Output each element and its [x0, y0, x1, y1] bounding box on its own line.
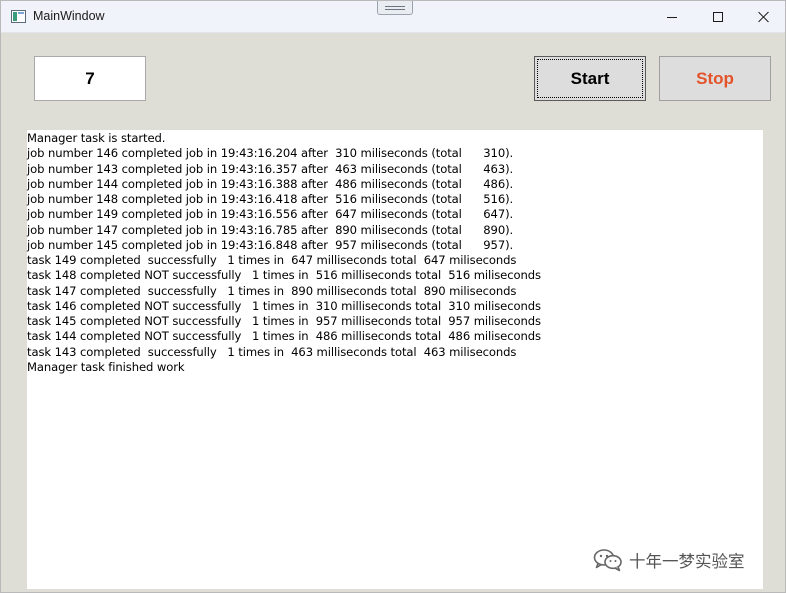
- start-button[interactable]: Start: [534, 56, 646, 101]
- log-line: task 144 completed NOT successfully 1 ti…: [27, 329, 541, 344]
- log-line: Manager task is started.: [27, 131, 166, 145]
- main-window: MainWindow 7 Start Stop Manager task is …: [0, 0, 786, 593]
- close-icon: [758, 11, 770, 23]
- stop-button[interactable]: Stop: [659, 56, 771, 101]
- log-line: task 147 completed successfully 1 times …: [27, 283, 517, 298]
- drag-grip-handle[interactable]: [377, 1, 413, 15]
- maximize-icon: [713, 12, 723, 22]
- close-button[interactable]: [741, 1, 785, 33]
- app-window-icon: [11, 10, 26, 23]
- wechat-icon: [593, 549, 622, 572]
- window-title: MainWindow: [33, 9, 105, 23]
- title-bar[interactable]: MainWindow: [1, 1, 785, 33]
- count-input[interactable]: 7: [34, 56, 146, 101]
- log-line: job number 143 completed job in 19:43:16…: [27, 161, 514, 176]
- log-line: job number 149 completed job in 19:43:16…: [27, 207, 514, 222]
- log-line: task 145 completed NOT successfully 1 ti…: [27, 314, 541, 328]
- log-output[interactable]: Manager task is started. job number 146 c…: [27, 130, 763, 589]
- log-line: job number 146 completed job in 19:43:16…: [27, 146, 514, 161]
- log-line: task 148 completed NOT successfully 1 ti…: [27, 268, 541, 283]
- watermark: 十年一梦实验室: [593, 548, 745, 572]
- log-line: job number 145 completed job in 19:43:16…: [27, 237, 514, 252]
- watermark-text: 十年一梦实验室: [629, 552, 745, 571]
- log-line: Manager task finished work: [27, 359, 185, 374]
- maximize-button[interactable]: [695, 1, 741, 33]
- minimize-icon: [667, 16, 677, 18]
- log-line: task 149 completed successfully 1 times …: [27, 253, 517, 267]
- log-lines: Manager task is started. job number 146 c…: [27, 131, 763, 375]
- log-line: task 146 completed NOT successfully 1 ti…: [27, 298, 541, 313]
- log-line: job number 147 completed job in 19:43:16…: [27, 222, 514, 237]
- log-line: job number 144 completed job in 19:43:16…: [27, 176, 514, 191]
- log-line: task 143 completed successfully 1 times …: [27, 344, 517, 359]
- minimize-button[interactable]: [649, 1, 695, 33]
- log-line: job number 148 completed job in 19:43:16…: [27, 192, 514, 206]
